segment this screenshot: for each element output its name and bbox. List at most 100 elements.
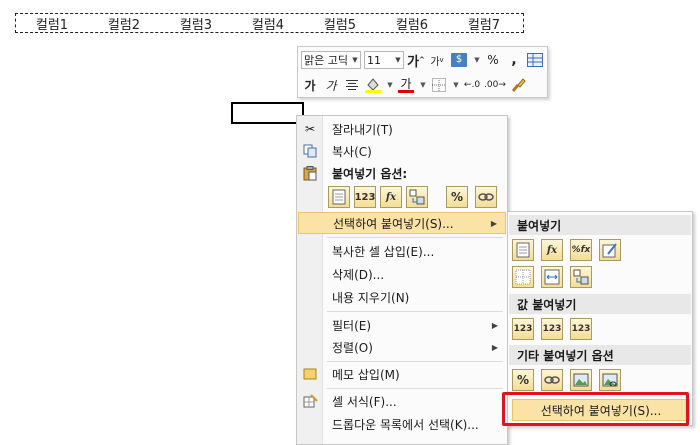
- font-size-combo[interactable]: 11 ▼: [364, 51, 404, 69]
- menu-divider: [327, 388, 503, 389]
- menu-item-delete[interactable]: 삭제(D)...: [298, 263, 506, 285]
- paste-linked-picture-icon[interactable]: [599, 369, 621, 391]
- chevron-down-icon[interactable]: ▼: [385, 75, 395, 95]
- column-header-cell: 컬럼7: [467, 17, 501, 33]
- paste-keep-column-widths-icon[interactable]: [541, 266, 563, 288]
- menu-item-clear-contents[interactable]: 내용 지우기(N): [298, 286, 506, 308]
- paste-values-icon[interactable]: 123: [354, 186, 376, 208]
- paste-formatting-label: %: [516, 373, 530, 387]
- increase-decimal-button[interactable]: ←.0: [463, 75, 481, 95]
- column-header-cell: 컬럼1: [35, 17, 69, 33]
- menu-item-format-cells[interactable]: 셀 서식(F)...: [298, 390, 506, 412]
- align-center-icon: [346, 80, 358, 90]
- font-name-combo[interactable]: 맑은 고딕 ▼: [301, 51, 361, 69]
- increase-decimal-icon: ←.0: [463, 80, 481, 90]
- borders-button[interactable]: [430, 75, 448, 95]
- paste-formatting-label: %: [450, 190, 464, 204]
- paste-transpose-icon[interactable]: [406, 186, 428, 208]
- paste-values-number-format-icon[interactable]: 123: [541, 318, 563, 340]
- paste-formulas-number-format-icon[interactable]: %fx: [570, 239, 592, 261]
- comma-label: ,: [511, 52, 517, 68]
- mini-toolbar: 맑은 고딕 ▼ 11 ▼ 가 ^ 가v $ ▼ % , 가 가 ▼ 가 ▼ ▼ …: [297, 46, 548, 98]
- column-header-cell: 컬럼6: [395, 17, 429, 33]
- values-section-header: 값 붙여넣기: [509, 294, 691, 314]
- menu-item-copy[interactable]: 복사(C): [298, 140, 506, 162]
- font-color-label: 가: [400, 76, 412, 91]
- grow-font-label: 가: [407, 54, 420, 70]
- chevron-down-icon: ▼: [395, 56, 401, 64]
- context-menu: ✂ 잘라내기(T) 복사(C) 붙여넣기 옵션: 123 fx % 선택하여 붙…: [296, 115, 508, 445]
- paste-link-icon[interactable]: [541, 369, 563, 391]
- chevron-down-icon[interactable]: ▼: [418, 75, 428, 95]
- column-header-cell: 컬럼3: [179, 17, 213, 33]
- chevron-down-icon[interactable]: ▼: [472, 50, 482, 70]
- paste-formulas-icon[interactable]: fx: [380, 186, 402, 208]
- percent-style-button[interactable]: %: [484, 50, 502, 70]
- accounting-format-button[interactable]: $: [449, 50, 469, 70]
- paste-formulas-icon[interactable]: fx: [541, 239, 563, 261]
- chevron-down-icon: ▼: [352, 56, 358, 64]
- paintbrush-icon: [511, 78, 526, 92]
- font-name-value: 맑은 고딕: [304, 54, 348, 67]
- paste-icon[interactable]: [328, 186, 350, 208]
- menu-item-insert-comment[interactable]: 메모 삽입(M): [298, 363, 506, 385]
- center-align-button[interactable]: [343, 75, 361, 95]
- paste-values-icon[interactable]: 123: [512, 318, 534, 340]
- column-header-cell: 컬럼2: [107, 17, 141, 33]
- paste-values-label: 123: [354, 191, 376, 203]
- menu-item-label: 선택하여 붙여넣기(S)...: [333, 216, 454, 231]
- menu-item-label: 메모 삽입(M): [332, 367, 400, 382]
- comment-icon: [302, 366, 318, 382]
- paste-formatting-icon[interactable]: %: [446, 186, 468, 208]
- paste-values-source-formatting-label: 123: [571, 324, 591, 334]
- menu-item-cut[interactable]: ✂ 잘라내기(T): [298, 118, 506, 140]
- decrease-decimal-button[interactable]: .00→: [484, 75, 506, 95]
- grow-font-button[interactable]: 가 ^: [407, 50, 425, 70]
- paste-formulas-label: fx: [385, 191, 397, 203]
- paste-formatting-icon[interactable]: %: [512, 369, 534, 391]
- paste-values-source-formatting-icon[interactable]: 123: [570, 318, 592, 340]
- paint-bucket-icon: [365, 78, 381, 93]
- menu-item-sort[interactable]: 정렬(O) ▶: [298, 336, 506, 358]
- scissors-icon: ✂: [304, 122, 316, 136]
- paste-link-icon[interactable]: [475, 186, 497, 208]
- menu-item-label: 복사한 셀 삽입(E)...: [332, 244, 435, 259]
- comma-style-button[interactable]: ,: [505, 50, 523, 70]
- format-painter-table-button[interactable]: [526, 50, 544, 70]
- increase-decimal-label: .0: [471, 80, 481, 90]
- clipboard-icon: [302, 165, 318, 181]
- menu-item-paste-special[interactable]: 선택하여 붙여넣기(S)... ▶: [298, 212, 506, 234]
- copied-range: 컬럼1 컬럼2 컬럼3 컬럼4 컬럼5 컬럼6 컬럼7: [15, 13, 524, 33]
- font-color-button[interactable]: 가: [397, 75, 415, 95]
- paste-options-header: 붙여넣기 옵션:: [332, 166, 408, 181]
- menu-divider: [327, 311, 503, 312]
- italic-label: 가: [325, 78, 337, 93]
- menu-item-label: 내용 지우기(N): [332, 290, 410, 305]
- paste-values-number-format-label: 123: [542, 324, 562, 334]
- menu-item-filter[interactable]: 필터(E) ▶: [298, 314, 506, 336]
- bold-button[interactable]: 가: [301, 75, 319, 95]
- decrease-decimal-icon: .00→: [484, 80, 506, 90]
- menu-item-label: 잘라내기(T): [332, 122, 393, 137]
- paste-picture-icon[interactable]: [570, 369, 592, 391]
- menu-item-label: 삭제(D)...: [332, 267, 385, 282]
- font-color-bar: [398, 89, 414, 93]
- menu-item-insert-copied-cells[interactable]: 복사한 셀 삽입(E)...: [298, 240, 506, 262]
- paste-all-icon[interactable]: [512, 239, 534, 261]
- selected-cell[interactable]: [231, 102, 304, 124]
- menu-item-label: 정렬(O): [332, 340, 373, 355]
- paste-formulas-number-format-label: %fx: [571, 245, 591, 255]
- copy-icon: [302, 143, 318, 159]
- italic-button[interactable]: 가: [322, 75, 340, 95]
- red-annotation-box: [502, 392, 689, 426]
- fill-color-button[interactable]: [364, 75, 382, 95]
- paste-no-borders-icon[interactable]: [512, 266, 534, 288]
- paste-keep-source-formatting-icon[interactable]: [599, 239, 621, 261]
- chevron-right-icon: ▶: [491, 320, 498, 330]
- shrink-font-button[interactable]: 가v: [428, 50, 446, 70]
- paste-transpose-icon[interactable]: [570, 266, 592, 288]
- percent-label: %: [487, 53, 499, 67]
- chevron-down-icon[interactable]: ▼: [451, 75, 461, 95]
- format-painter-button[interactable]: [509, 75, 527, 95]
- menu-item-pick-from-list[interactable]: 드롭다운 목록에서 선택(K)...: [298, 413, 506, 435]
